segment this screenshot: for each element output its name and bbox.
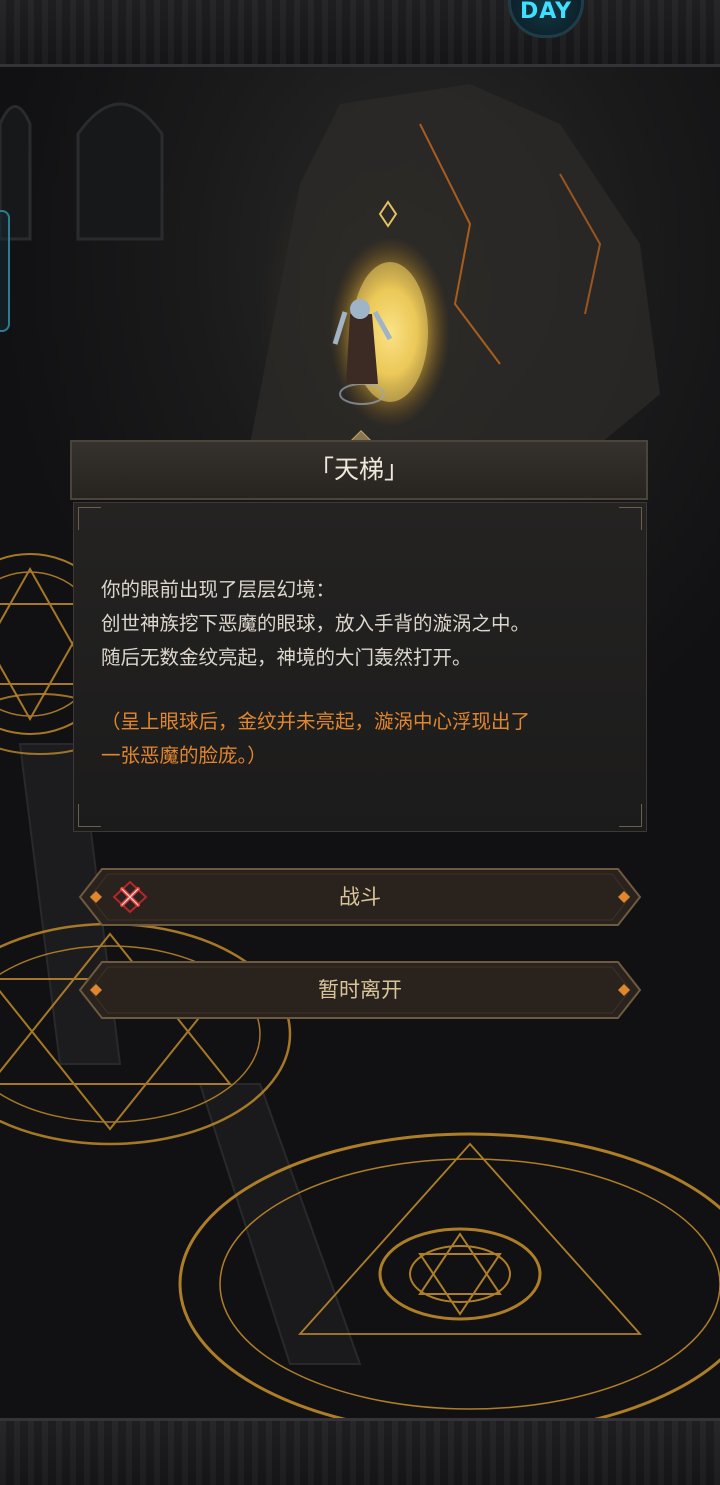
corner-ornament (619, 804, 642, 827)
event-dialog-header: 「天梯」 (70, 440, 648, 500)
event-text-line: 创世神族挖下恶魔的眼球，放入手背的漩涡之中。 (101, 612, 531, 635)
event-hint-line: （呈上眼球后，金纹并未亮起，漩涡中心浮现出了 (101, 710, 531, 733)
event-hint-line: 一张恶魔的脸庞。） (101, 744, 267, 767)
corner-ornament (619, 507, 642, 530)
corner-ornament (78, 507, 101, 530)
side-panel-tab[interactable] (0, 210, 10, 332)
top-frame (0, 0, 720, 67)
fight-option-label: 战斗 (339, 885, 381, 909)
corner-ornament (78, 804, 101, 827)
game-screen: DAY 「天梯」 你的眼前出现了层层幻境： 创世神族挖下恶魔的眼球，放入手背的漩… (0, 0, 720, 1485)
event-text-line: 随后无数金纹亮起，神境的大门轰然打开。 (101, 646, 472, 669)
day-badge-icon: DAY (519, 0, 573, 24)
event-dialog-body: 你的眼前出现了层层幻境： 创世神族挖下恶魔的眼球，放入手背的漩涡之中。 随后无数… (73, 502, 647, 832)
fight-option-button[interactable]: 战斗 (78, 865, 642, 929)
leave-option-button[interactable]: 暂时离开 (78, 958, 642, 1022)
bottom-frame (0, 1418, 720, 1485)
event-title: 「天梯」 (308, 455, 409, 484)
leave-option-label: 暂时离开 (318, 978, 402, 1002)
event-text-line: 你的眼前出现了层层幻境： (101, 578, 336, 601)
